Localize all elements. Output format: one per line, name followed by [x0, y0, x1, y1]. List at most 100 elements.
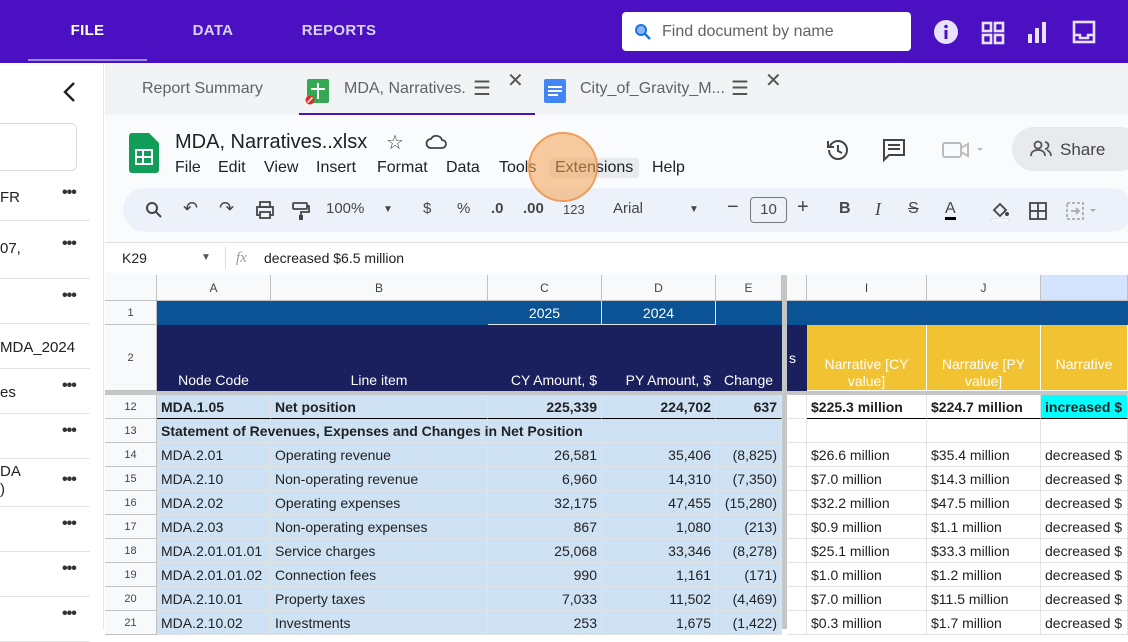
sheets-logo-icon[interactable]: [129, 133, 159, 173]
search-menus-icon[interactable]: [145, 201, 163, 219]
currency-format-button[interactable]: $: [423, 200, 431, 217]
row-header[interactable]: 20: [105, 587, 157, 611]
table-cell[interactable]: $7.0 million: [807, 467, 927, 491]
percent-format-button[interactable]: %: [457, 200, 470, 217]
table-cell[interactable]: $1.7 million: [927, 611, 1041, 635]
row-header[interactable]: 13: [105, 419, 157, 443]
info-icon[interactable]: [933, 18, 959, 46]
formula-input[interactable]: decreased $6.5 million: [264, 250, 404, 266]
table-cell[interactable]: [787, 563, 807, 587]
row-header[interactable]: 14: [105, 443, 157, 467]
table-cell[interactable]: 225,339: [488, 395, 602, 419]
menu-extensions[interactable]: Extensions: [549, 158, 640, 178]
increase-font-size-icon[interactable]: +: [797, 196, 809, 219]
table-cell[interactable]: decreased $: [1041, 563, 1128, 587]
table-cell[interactable]: decreased $: [1041, 539, 1128, 563]
table-cell[interactable]: MDA.2.03: [157, 515, 271, 539]
history-icon[interactable]: [825, 137, 851, 163]
list-item[interactable]: •••: [0, 279, 90, 324]
table-cell[interactable]: 253: [488, 611, 602, 635]
table-cell[interactable]: (1,422): [716, 611, 782, 635]
column-header-c[interactable]: C: [488, 275, 602, 301]
table-cell[interactable]: Connection fees: [271, 563, 488, 587]
table-cell[interactable]: 11,502: [602, 587, 716, 611]
table-cell[interactable]: (171): [716, 563, 782, 587]
row-header[interactable]: 1: [105, 301, 157, 325]
decrease-font-size-icon[interactable]: −: [727, 196, 739, 219]
table-cell[interactable]: $7.0 million: [807, 587, 927, 611]
menu-icon[interactable]: ☰: [473, 63, 491, 115]
increase-decimal-button[interactable]: .00: [523, 200, 544, 217]
close-icon[interactable]: ✕: [507, 55, 524, 107]
meet-icon[interactable]: [941, 139, 985, 161]
tab-report-summary[interactable]: Report Summary: [142, 63, 263, 115]
menu-file[interactable]: File: [175, 159, 201, 177]
print-icon[interactable]: [255, 201, 275, 219]
more-formats-button[interactable]: 123: [563, 202, 585, 217]
document-title[interactable]: MDA, Narratives..xlsx: [175, 131, 367, 154]
table-cell[interactable]: 7,033: [488, 587, 602, 611]
table-cell[interactable]: 35,406: [602, 443, 716, 467]
nav-reports[interactable]: REPORTS: [290, 0, 388, 63]
table-cell[interactable]: [1041, 419, 1128, 443]
tab-mda-narratives[interactable]: MDA, Narratives. ☰ ✕: [299, 63, 535, 115]
more-icon[interactable]: •••: [62, 235, 77, 253]
table-cell[interactable]: 32,175: [488, 491, 602, 515]
table-cell[interactable]: [787, 587, 807, 611]
table-cell[interactable]: Non-operating revenue: [271, 467, 488, 491]
row-header[interactable]: 16: [105, 491, 157, 515]
close-icon[interactable]: ✕: [765, 55, 782, 107]
bold-icon[interactable]: B: [839, 200, 851, 218]
star-icon[interactable]: ☆: [386, 130, 404, 155]
nav-file[interactable]: FILE: [28, 0, 147, 63]
more-icon[interactable]: •••: [62, 515, 77, 533]
list-item[interactable]: •••: [0, 507, 90, 552]
search-input[interactable]: [662, 20, 902, 43]
more-icon[interactable]: •••: [62, 287, 77, 305]
row-header[interactable]: 12: [105, 395, 157, 419]
tab-city-of-gravity[interactable]: City_of_Gravity_M... ☰ ✕: [543, 63, 783, 115]
document-search[interactable]: [622, 12, 911, 51]
table-cell[interactable]: $33.3 million: [927, 539, 1041, 563]
table-cell[interactable]: decreased $: [1041, 467, 1128, 491]
table-cell[interactable]: 1,161: [602, 563, 716, 587]
italic-icon[interactable]: I: [875, 199, 881, 220]
row-header[interactable]: 17: [105, 515, 157, 539]
font-size-input[interactable]: 10: [750, 197, 787, 223]
list-item[interactable]: •••: [0, 552, 90, 597]
table-cell[interactable]: $0.9 million: [807, 515, 927, 539]
fill-color-icon[interactable]: [989, 200, 1011, 222]
strikethrough-icon[interactable]: S: [908, 200, 919, 218]
table-cell[interactable]: $14.3 million: [927, 467, 1041, 491]
panel-filter-input[interactable]: [0, 123, 77, 171]
table-cell[interactable]: increased $: [1041, 395, 1128, 419]
table-cell[interactable]: (4,469): [716, 587, 782, 611]
table-cell[interactable]: 1,675: [602, 611, 716, 635]
table-cell[interactable]: [787, 491, 807, 515]
list-item[interactable]: FR •••: [0, 176, 90, 221]
menu-edit[interactable]: Edit: [218, 159, 246, 177]
table-cell[interactable]: decreased $: [1041, 515, 1128, 539]
chevron-down-icon[interactable]: ▼: [383, 204, 393, 215]
decrease-decimal-button[interactable]: .0: [491, 200, 504, 217]
menu-help[interactable]: Help: [652, 159, 685, 177]
table-cell[interactable]: (15,280): [716, 491, 782, 515]
list-item[interactable]: DA) •••: [0, 459, 90, 507]
chevron-down-icon[interactable]: ▼: [689, 204, 699, 215]
table-cell[interactable]: Service charges: [271, 539, 488, 563]
bar-chart-icon[interactable]: [1024, 18, 1050, 46]
list-item[interactable]: •••: [0, 414, 90, 459]
table-cell[interactable]: $11.5 million: [927, 587, 1041, 611]
table-cell[interactable]: Non-operating expenses: [271, 515, 488, 539]
column-header-e[interactable]: E: [716, 275, 782, 301]
table-cell[interactable]: MDA.2.10: [157, 467, 271, 491]
menu-data[interactable]: Data: [446, 159, 480, 177]
table-cell[interactable]: Operating revenue: [271, 443, 488, 467]
column-header-j[interactable]: J: [927, 275, 1041, 301]
section-heading[interactable]: Statement of Revenues, Expenses and Chan…: [157, 419, 782, 443]
list-item[interactable]: 07, •••: [0, 221, 90, 279]
table-cell[interactable]: 6,960: [488, 467, 602, 491]
column-header-a[interactable]: A: [157, 275, 271, 301]
table-cell[interactable]: 224,702: [602, 395, 716, 419]
chevron-down-icon[interactable]: ▼: [201, 252, 211, 263]
